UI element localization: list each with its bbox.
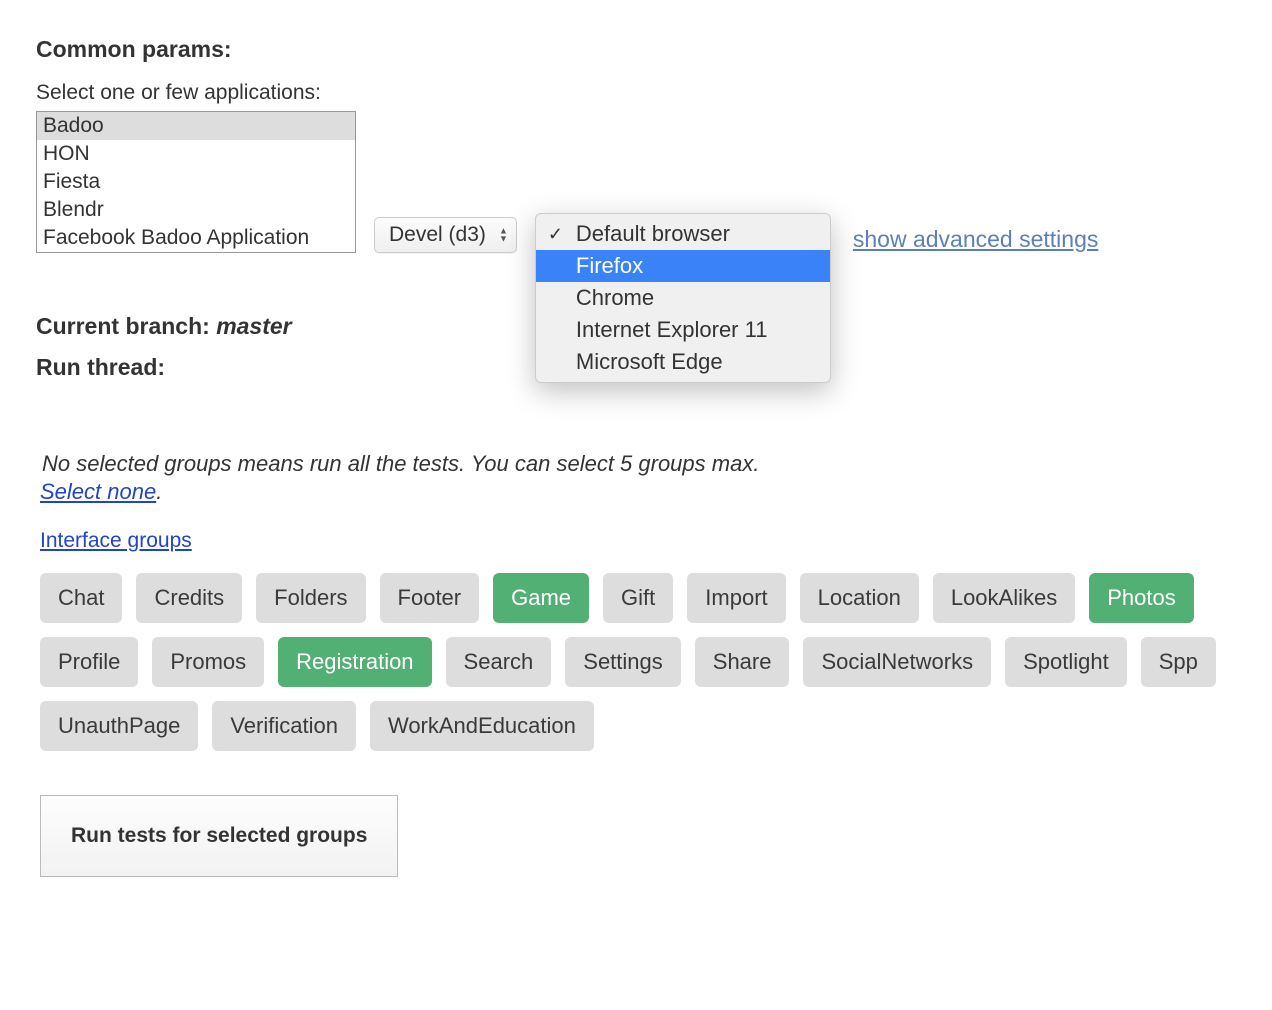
browser-option[interactable]: Internet Explorer 11 (536, 314, 830, 346)
check-icon: ✓ (548, 224, 563, 245)
app-option[interactable]: Badoo (37, 112, 355, 140)
show-advanced-settings-link[interactable]: show advanced settings (853, 226, 1099, 253)
group-tag[interactable]: Location (800, 573, 919, 623)
group-tag[interactable]: Game (493, 573, 589, 623)
group-tag[interactable]: UnauthPage (40, 701, 198, 751)
group-tag[interactable]: Folders (256, 573, 365, 623)
browser-option-label: Internet Explorer 11 (576, 317, 768, 343)
group-tag[interactable]: Import (687, 573, 785, 623)
group-tag[interactable]: LookAlikes (933, 573, 1075, 623)
apps-multiselect[interactable]: BadooHONFiestaBlendrFacebook Badoo Appli… (36, 111, 356, 253)
group-tag[interactable]: Search (446, 637, 552, 687)
group-tag[interactable]: Settings (565, 637, 681, 687)
group-tag[interactable]: Share (695, 637, 790, 687)
browser-option-label: Default browser (576, 221, 730, 247)
app-option[interactable]: Blendr (37, 196, 355, 224)
run-tests-button[interactable]: Run tests for selected groups (40, 795, 398, 877)
browser-option[interactable]: ✓ Default browser (536, 218, 830, 250)
current-branch-value: master (216, 313, 291, 339)
group-tag[interactable]: Spp (1141, 637, 1216, 687)
environment-select[interactable]: Devel (d3) ▲▼ (374, 217, 517, 253)
group-tag[interactable]: SocialNetworks (803, 637, 991, 687)
apps-select-label: Select one or few applications: (36, 81, 1236, 105)
common-params-heading: Common params: (36, 36, 1236, 63)
browser-option-label: Microsoft Edge (576, 349, 723, 375)
select-none-link[interactable]: Select none (40, 479, 156, 504)
group-tag[interactable]: Registration (278, 637, 431, 687)
select-arrows-icon: ▲▼ (499, 228, 508, 243)
group-tag[interactable]: Footer (380, 573, 480, 623)
app-option[interactable]: Fiesta (37, 168, 355, 196)
select-none-period: . (156, 479, 162, 504)
browser-option[interactable]: Microsoft Edge (536, 346, 830, 378)
browser-select[interactable]: ✓Default browserFirefoxChromeInternet Ex… (535, 217, 835, 253)
environment-select-value: Devel (d3) (389, 223, 486, 247)
group-tag[interactable]: WorkAndEducation (370, 701, 594, 751)
group-tag[interactable]: Profile (40, 637, 138, 687)
interface-groups-link[interactable]: Interface groups (40, 529, 192, 552)
browser-option-label: Firefox (576, 253, 643, 279)
browser-dropdown-menu: ✓ Default browser Firefox Chrome Internet Ex… (535, 213, 831, 383)
group-tag[interactable]: Chat (40, 573, 122, 623)
app-option[interactable]: Facebook Badoo Application (37, 224, 355, 252)
app-option[interactable]: HON (37, 140, 355, 168)
browser-option[interactable]: Firefox (536, 250, 830, 282)
group-tag[interactable]: Verification (212, 701, 356, 751)
groups-container: Chat Credits Folders Footer Game Gift Import Lo… (36, 573, 1236, 751)
browser-option-label: Chrome (576, 285, 654, 311)
group-tag[interactable]: Promos (152, 637, 264, 687)
group-tag[interactable]: Gift (603, 573, 673, 623)
groups-note: No selected groups means run all the tes… (36, 451, 1236, 477)
group-tag[interactable]: Photos (1089, 573, 1194, 623)
group-tag[interactable]: Credits (136, 573, 242, 623)
browser-option[interactable]: Chrome (536, 282, 830, 314)
current-branch-label: Current branch: (36, 313, 216, 339)
group-tag[interactable]: Spotlight (1005, 637, 1127, 687)
